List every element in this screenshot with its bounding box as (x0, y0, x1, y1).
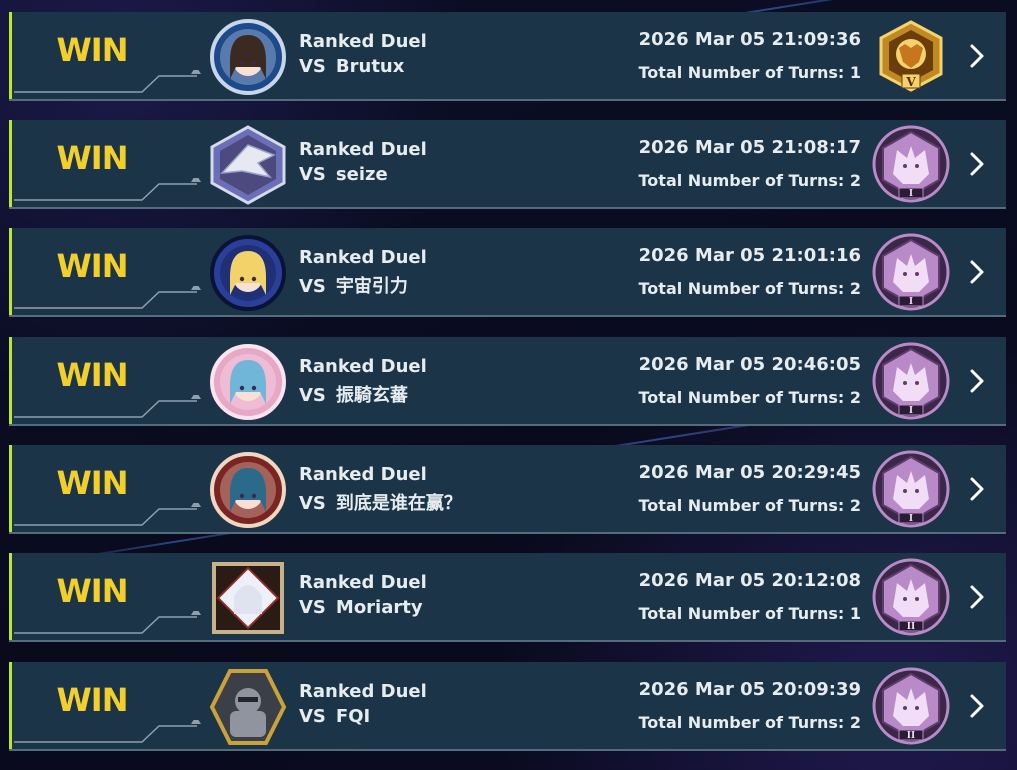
avatar-silver-haired-girl-icon (208, 558, 288, 638)
result-underline-decoration (14, 503, 201, 526)
vs-label: VS (299, 597, 326, 618)
svg-text:I: I (909, 406, 913, 416)
avatar-sakura-girl-icon (208, 342, 288, 422)
avatar-jeweled-girl-icon (208, 450, 288, 530)
match-result: WIN (56, 356, 129, 394)
match-datetime: 2026 Mar 05 20:09:39 (638, 679, 861, 700)
match-row-7[interactable]: WIN Ranked Duel VS FQI 2026 Mar 05 20:09:… (9, 662, 1006, 751)
opponent-name-text: 到底是谁在赢？ (335, 493, 462, 514)
vs-label: VS (299, 493, 326, 514)
opponent-name-text: FQI (335, 706, 371, 727)
opponent-name: VS Brutux (299, 56, 404, 77)
svg-text:I: I (909, 514, 913, 524)
match-row-3[interactable]: WIN Ranked Duel VS 宇宙引力 2026 Mar 05 21:01… (9, 228, 1006, 317)
duel-mode-label: Ranked Duel (299, 464, 427, 485)
turn-count: Total Number of Turns: 2 (638, 713, 861, 732)
result-underline-decoration (14, 70, 201, 93)
svg-text:I: I (909, 189, 913, 199)
match-datetime: 2026 Mar 05 20:12:08 (638, 570, 861, 591)
chevron-right-icon[interactable] (967, 583, 987, 611)
chevron-right-icon[interactable] (967, 258, 987, 286)
result-underline-decoration (14, 720, 201, 743)
wolf-rank-badge-icon: II (871, 666, 951, 746)
svg-text:II: II (907, 731, 915, 741)
vs-label: VS (299, 385, 326, 406)
duel-mode-label: Ranked Duel (299, 356, 427, 377)
match-result: WIN (56, 572, 129, 610)
opponent-name: VS FQI (299, 706, 370, 727)
opponent-name-text: 宇宙引力 (335, 276, 408, 297)
avatar-cosmic-girl-icon (208, 233, 288, 313)
turn-count: Total Number of Turns: 2 (638, 388, 861, 407)
avatar-blue-eyes-dragon-icon (208, 125, 288, 205)
result-underline-decoration (14, 178, 201, 201)
match-row-6[interactable]: WIN Ranked Duel VS Moriarty 2026 Mar 05 2… (9, 553, 1006, 642)
wolf-rank-badge-icon: I (871, 124, 951, 204)
match-datetime: 2026 Mar 05 20:46:05 (638, 354, 861, 375)
chevron-right-icon[interactable] (967, 42, 987, 70)
match-result: WIN (56, 681, 129, 719)
vs-label: VS (299, 276, 326, 297)
chevron-right-icon[interactable] (967, 692, 987, 720)
avatar-dark-haired-girl-icon (208, 17, 288, 97)
match-result: WIN (56, 247, 129, 285)
turn-count: Total Number of Turns: 2 (638, 279, 861, 298)
turn-count: Total Number of Turns: 1 (638, 604, 861, 623)
lion-rank-badge-icon: V (871, 16, 951, 96)
chevron-right-icon[interactable] (967, 150, 987, 178)
svg-text:I: I (909, 297, 913, 307)
opponent-name: VS 宇宙引力 (299, 272, 408, 298)
chevron-right-icon[interactable] (967, 475, 987, 503)
opponent-name: VS 振騎玄蕃 (299, 381, 408, 407)
chevron-right-icon[interactable] (967, 367, 987, 395)
avatar-armored-knight-icon (208, 667, 288, 747)
result-underline-decoration (14, 395, 201, 418)
opponent-name-text: seize (335, 164, 388, 185)
match-history-list: WIN Ranked Duel VS Brutux 2026 Mar 05 21:… (0, 0, 1017, 770)
duel-mode-label: Ranked Duel (299, 681, 427, 702)
duel-mode-label: Ranked Duel (299, 247, 427, 268)
result-underline-decoration (14, 286, 201, 309)
result-underline-decoration (14, 611, 201, 634)
match-result: WIN (56, 464, 129, 502)
wolf-rank-badge-icon: I (871, 449, 951, 529)
wolf-rank-badge-icon: I (871, 232, 951, 312)
duel-mode-label: Ranked Duel (299, 572, 427, 593)
match-result: WIN (56, 139, 129, 177)
turn-count: Total Number of Turns: 1 (638, 63, 861, 82)
wolf-rank-badge-icon: I (871, 341, 951, 421)
turn-count: Total Number of Turns: 2 (638, 496, 861, 515)
opponent-name-text: 振騎玄蕃 (335, 385, 408, 406)
opponent-name: VS Moriarty (299, 597, 423, 618)
svg-text:V: V (905, 75, 916, 89)
match-row-2[interactable]: WIN Ranked Duel VS seize 2026 Mar 05 21:0… (9, 120, 1006, 209)
match-row-1[interactable]: WIN Ranked Duel VS Brutux 2026 Mar 05 21:… (9, 12, 1006, 101)
svg-text:II: II (907, 622, 915, 632)
match-datetime: 2026 Mar 05 21:09:36 (638, 29, 861, 50)
opponent-name-text: Moriarty (335, 597, 423, 618)
opponent-name-text: Brutux (335, 56, 405, 77)
match-datetime: 2026 Mar 05 20:29:45 (638, 462, 861, 483)
match-result: WIN (56, 31, 129, 69)
duel-mode-label: Ranked Duel (299, 31, 427, 52)
vs-label: VS (299, 56, 326, 77)
match-datetime: 2026 Mar 05 21:08:17 (638, 137, 861, 158)
opponent-name: VS 到底是谁在赢？ (299, 489, 462, 515)
vs-label: VS (299, 706, 326, 727)
match-row-5[interactable]: WIN Ranked Duel VS 到底是谁在赢？ 2026 Mar 05 20… (9, 445, 1006, 534)
vs-label: VS (299, 164, 326, 185)
duel-mode-label: Ranked Duel (299, 139, 427, 160)
match-row-4[interactable]: WIN Ranked Duel VS 振騎玄蕃 2026 Mar 05 20:46… (9, 337, 1006, 426)
opponent-name: VS seize (299, 164, 388, 185)
match-datetime: 2026 Mar 05 21:01:16 (638, 245, 861, 266)
wolf-rank-badge-icon: II (871, 557, 951, 637)
turn-count: Total Number of Turns: 2 (638, 171, 861, 190)
